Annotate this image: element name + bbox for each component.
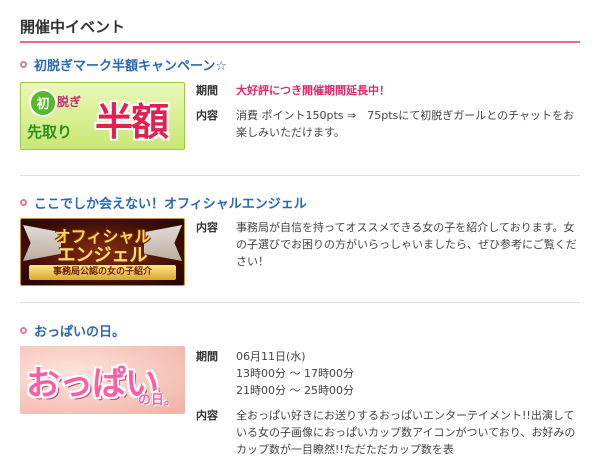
- banner-text: の日。: [137, 393, 177, 408]
- event-title-text[interactable]: ここでしか会えない！オフィシャルエンジェル: [34, 193, 307, 212]
- bullet-icon: [20, 60, 27, 68]
- banner-headline: 半額: [95, 100, 169, 144]
- period-time: 21時00分 ～ 25時00分: [236, 384, 354, 397]
- period-date: 06月11日(水): [236, 350, 306, 363]
- badge-first-icon: 初: [29, 89, 57, 117]
- period-value: 大好評につき開催期間延長中！: [236, 84, 390, 97]
- period-value: 06月11日(水) 13時00分 ～ 17時00分 21時00分 ～ 25時00…: [236, 348, 581, 399]
- event-title-link[interactable]: 初脱ぎマーク半額キャンペーン☆: [20, 55, 580, 74]
- content-label: 内容: [196, 109, 218, 122]
- content-label: 内容: [196, 221, 218, 234]
- event-details: 期間 06月11日(水) 13時00分 ～ 17時00分 21時00分 ～ 25…: [196, 348, 581, 466]
- content-value: 全おっぱい好きにお送りするおっぱいエンターテイメント!!出演している女の子画像に…: [236, 409, 576, 456]
- event-banner-half-price[interactable]: 初 脱ぎ 先取り 半額: [20, 82, 185, 150]
- period-label: 期間: [196, 84, 218, 97]
- event-item: おっぱいの日。: [20, 321, 580, 340]
- banner-text: 先取り: [27, 123, 73, 141]
- content-value: 事務局が自信を持ってオススメできる女の子を紹介しております。女の子選びでお困りの…: [236, 221, 577, 268]
- event-banner-official-angel[interactable]: オフィシャル エンジェル 事務局公認の女の子紹介: [20, 218, 185, 286]
- period-time: 13時00分 ～ 17時00分: [236, 367, 354, 380]
- content-value: 消費 ポイント150pts ⇒ 75ptsにて初脱ぎガールとのチャットをお楽しみ…: [236, 109, 575, 139]
- event-title-link[interactable]: おっぱいの日。: [20, 321, 580, 340]
- divider: [20, 175, 580, 176]
- period-label: 期間: [196, 350, 218, 363]
- event-details: 期間 大好評につき開催期間延長中！ 内容 消費 ポイント150pts ⇒ 75p…: [196, 82, 581, 149]
- event-title-text[interactable]: おっぱいの日。: [34, 321, 125, 340]
- bullet-icon: [20, 198, 27, 206]
- event-item: 初脱ぎマーク半額キャンペーン☆: [20, 55, 580, 74]
- section-title: 開催中イベント: [20, 16, 580, 43]
- content-label: 内容: [196, 409, 218, 422]
- event-banner-oppai-day[interactable]: おっぱい の日。: [20, 346, 185, 414]
- banner-band: 事務局公認の女の子紹介: [29, 265, 176, 280]
- event-title-text[interactable]: 初脱ぎマーク半額キャンペーン☆: [34, 55, 227, 74]
- event-title-link[interactable]: ここでしか会えない！オフィシャルエンジェル: [20, 193, 580, 212]
- bullet-icon: [20, 326, 27, 334]
- banner-text: 脱ぎ: [57, 95, 82, 109]
- banner-headline: エンジェル: [57, 245, 148, 266]
- event-item: ここでしか会えない！オフィシャルエンジェル: [20, 193, 580, 212]
- divider: [20, 302, 580, 303]
- event-details: 内容 事務局が自信を持ってオススメできる女の子を紹介しております。女の子選びでお…: [196, 219, 581, 278]
